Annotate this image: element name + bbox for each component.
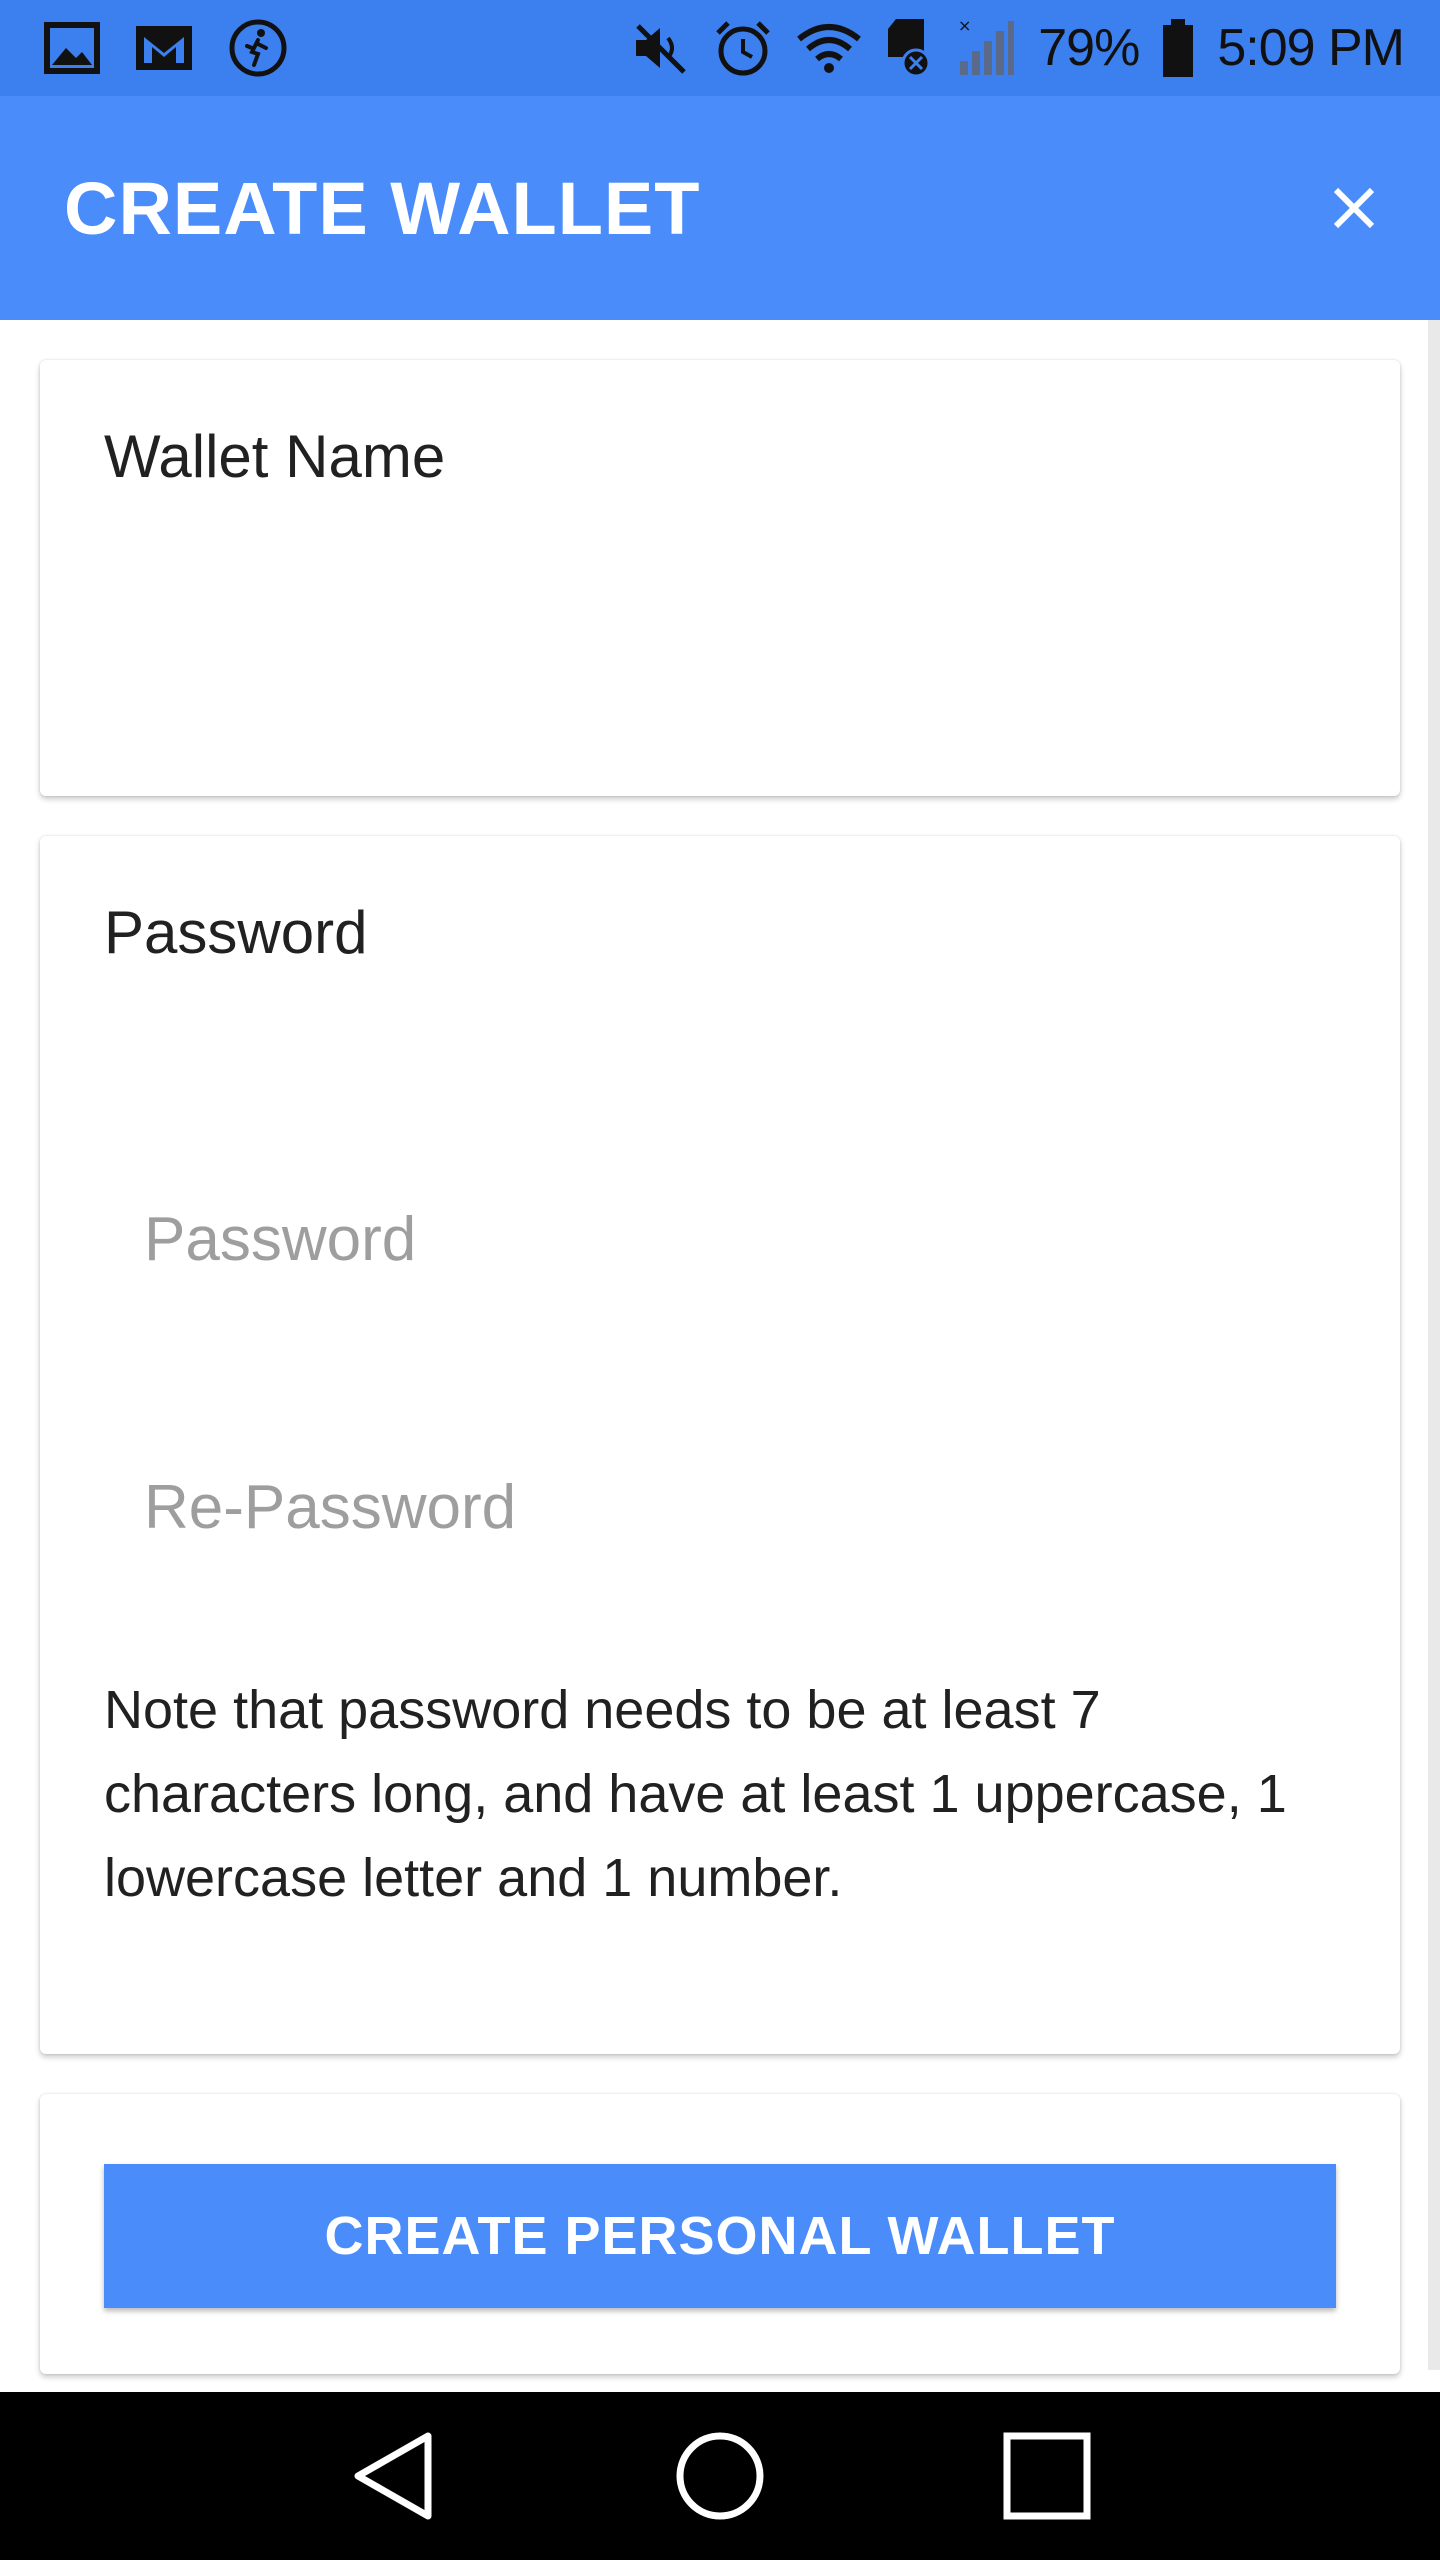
alarm-icon <box>712 17 774 79</box>
status-bar-right: × 79% 5:09 PM <box>608 17 1405 79</box>
app-bar: CREATE WALLET <box>0 96 1440 320</box>
create-personal-wallet-button[interactable]: CREATE PERSONAL WALLET <box>104 2164 1336 2308</box>
password-requirements-note: Note that password needs to be at least … <box>104 1680 1287 1908</box>
close-button[interactable] <box>1324 178 1384 238</box>
wifi-icon <box>796 21 862 75</box>
home-button[interactable] <box>650 2406 790 2546</box>
sd-card-icon <box>884 17 934 79</box>
password-input[interactable] <box>144 1184 1294 1294</box>
close-icon <box>1333 187 1375 229</box>
back-icon <box>354 2432 432 2520</box>
repassword-input[interactable] <box>144 1452 1294 1562</box>
battery-percent: 79% <box>1038 19 1140 77</box>
wallet-name-input[interactable] <box>104 500 1336 620</box>
home-icon <box>676 2432 764 2520</box>
back-button[interactable] <box>323 2406 463 2546</box>
password-section-label: Password <box>104 899 368 966</box>
signal-icon: × <box>956 17 1016 79</box>
gallery-icon <box>44 20 100 76</box>
gmail-icon <box>134 23 194 73</box>
navigation-bar <box>0 2392 1440 2560</box>
recents-button[interactable] <box>977 2406 1117 2546</box>
wallet-name-card: Wallet Name <box>40 360 1400 796</box>
scrollbar[interactable] <box>1428 320 1440 2370</box>
svg-text:×: × <box>958 17 971 35</box>
status-bar-left <box>44 18 322 78</box>
wallet-name-label: Wallet Name <box>104 423 446 490</box>
status-bar: × 79% 5:09 PM <box>0 0 1440 96</box>
recents-icon <box>1003 2432 1091 2520</box>
battery-icon <box>1161 17 1195 79</box>
clock: 5:09 PM <box>1217 19 1405 77</box>
page-title: CREATE WALLET <box>64 166 701 250</box>
screen: × 79% 5:09 PM CREATE WALLET Wallet Name … <box>0 0 1440 2560</box>
mute-icon <box>630 20 690 76</box>
password-card: Password Note that password needs to be … <box>40 836 1400 2054</box>
fitness-icon <box>228 18 288 78</box>
